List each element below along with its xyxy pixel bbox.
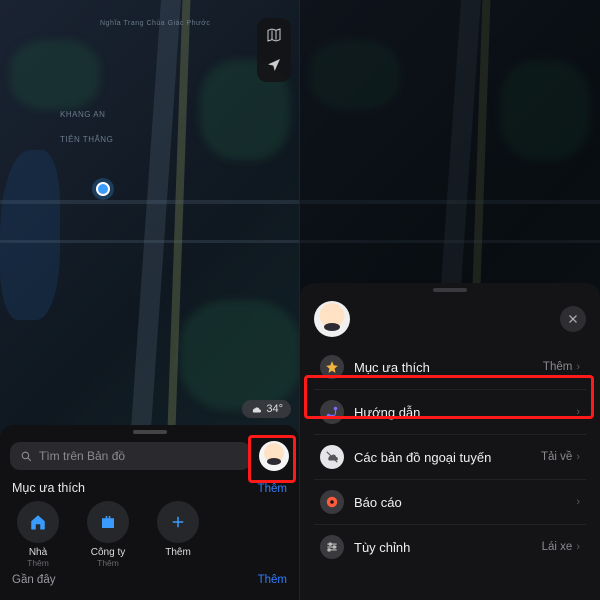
screenshot-left: KHANG AN TIÊN THẮNG Nghĩa Trang Chùa Giá… [0,0,300,600]
menu-label: Mục ưa thích [354,360,533,375]
menu-report[interactable]: Báo cáo › [314,480,586,525]
favorite-home[interactable]: Nhà Thêm [12,501,64,568]
menu-label: Báo cáo [354,495,562,510]
map-controls [257,18,291,82]
plus-icon [157,501,199,543]
favorite-add[interactable]: Thêm [152,501,204,568]
favorite-label: Công ty [91,547,125,558]
search-input[interactable] [39,449,241,463]
profile-sheet: Mục ưa thích Thêm› Hướng dẫn › Các bản đ… [300,283,600,600]
bottom-sheet: Mục ưa thích Thêm Nhà Thêm Công ty Thêm … [0,425,299,600]
search-field[interactable] [10,442,251,470]
home-icon [17,501,59,543]
favorite-sub: Thêm [97,558,119,568]
recent-more-link[interactable]: Thêm [258,574,287,586]
menu-offline-maps[interactable]: Các bản đồ ngoại tuyến Tải về› [314,435,586,480]
screenshot-right: Mục ưa thích Thêm› Hướng dẫn › Các bản đ… [300,0,600,600]
recent-title: Gần đây [12,574,55,586]
map-label: KHANG AN [60,110,105,119]
menu-tail: Lái xe› [542,541,580,553]
map-label: TIÊN THẮNG [60,135,113,144]
map-mode-button[interactable] [263,24,285,46]
route-icon [320,400,344,424]
favorite-label: Thêm [165,547,191,558]
menu-tail: Thêm› [543,361,580,373]
profile-avatar[interactable] [259,441,289,471]
sliders-icon [320,535,344,559]
profile-menu: Mục ưa thích Thêm› Hướng dẫn › Các bản đ… [314,345,586,569]
weather-temp: 34° [266,403,283,415]
star-icon [320,355,344,379]
favorite-work[interactable]: Công ty Thêm [82,501,134,568]
menu-customize[interactable]: Tùy chỉnh Lái xe› [314,525,586,569]
profile-avatar[interactable] [314,301,350,337]
menu-tail: › [572,496,580,508]
search-icon [20,450,33,463]
offline-maps-icon [320,445,344,469]
favorites-header: Mục ưa thích Thêm [12,481,287,495]
menu-label: Hướng dẫn [354,405,562,420]
favorite-sub: Thêm [27,558,49,568]
favorites-row: Nhà Thêm Công ty Thêm Thêm [10,501,289,568]
menu-tail: › [572,406,580,418]
report-icon [320,490,344,514]
favorite-label: Nhà [29,547,47,558]
recent-header: Gần đây Thêm [10,568,289,586]
user-location-dot [96,182,110,196]
menu-label: Các bản đồ ngoại tuyến [354,450,531,465]
weather-chip[interactable]: 34° [242,400,291,418]
favorites-title: Mục ưa thích [12,481,85,495]
menu-guides[interactable]: Hướng dẫn › [314,390,586,435]
favorites-more-link[interactable]: Thêm [258,483,287,495]
locate-me-button[interactable] [263,54,285,76]
briefcase-icon [87,501,129,543]
menu-tail: Tải về› [541,451,580,463]
menu-label: Tùy chỉnh [354,540,532,555]
close-icon [567,313,579,325]
map-label: Nghĩa Trang Chùa Giác Phước [100,20,210,27]
cloud-icon [250,403,262,415]
menu-favorites[interactable]: Mục ưa thích Thêm› [314,345,586,390]
close-button[interactable] [560,306,586,332]
